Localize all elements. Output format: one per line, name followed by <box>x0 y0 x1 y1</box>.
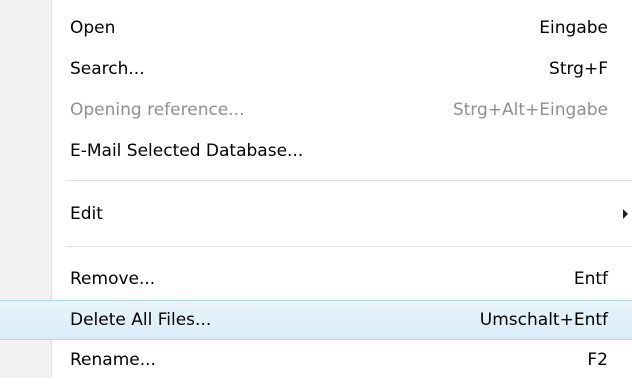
menu-item-remove[interactable]: Remove... Entf <box>0 259 632 299</box>
menu-item-shortcut: Strg+F <box>549 59 608 79</box>
menu-item-edit[interactable]: Edit <box>0 194 632 234</box>
menu-item-label: Search... <box>70 59 145 79</box>
menu-item-shortcut: Umschalt+Entf <box>479 310 608 330</box>
menu-separator <box>66 246 632 248</box>
menu-item-rename[interactable]: Rename... F2 <box>0 341 632 378</box>
menu-item-label: Rename... <box>70 349 156 370</box>
menu-separator <box>66 180 632 182</box>
menu-item-label: E-Mail Selected Database... <box>70 141 304 161</box>
menu-item-email-selected-database[interactable]: E-Mail Selected Database... <box>0 131 632 171</box>
menu-item-label: Delete All Files... <box>70 310 212 330</box>
menu-item-open[interactable]: Open Eingabe <box>0 8 632 48</box>
menu-item-shortcut: Entf <box>573 269 608 289</box>
menu-item-shortcut: Eingabe <box>539 18 608 38</box>
chevron-right-icon <box>623 209 628 219</box>
menu-item-label: Opening reference... <box>70 100 245 120</box>
context-menu: Open Eingabe Search... Strg+F Opening re… <box>0 0 632 378</box>
menu-item-delete-all-files[interactable]: Delete All Files... Umschalt+Entf <box>0 300 632 340</box>
menu-item-search[interactable]: Search... Strg+F <box>0 49 632 89</box>
menu-item-shortcut: Strg+Alt+Eingabe <box>452 100 608 120</box>
menu-item-label: Edit <box>70 204 103 224</box>
menu-item-opening-reference: Opening reference... Strg+Alt+Eingabe <box>0 90 632 130</box>
menu-item-shortcut: F2 <box>587 349 608 370</box>
menu-item-label: Open <box>70 18 116 38</box>
menu-item-label: Remove... <box>70 269 156 289</box>
